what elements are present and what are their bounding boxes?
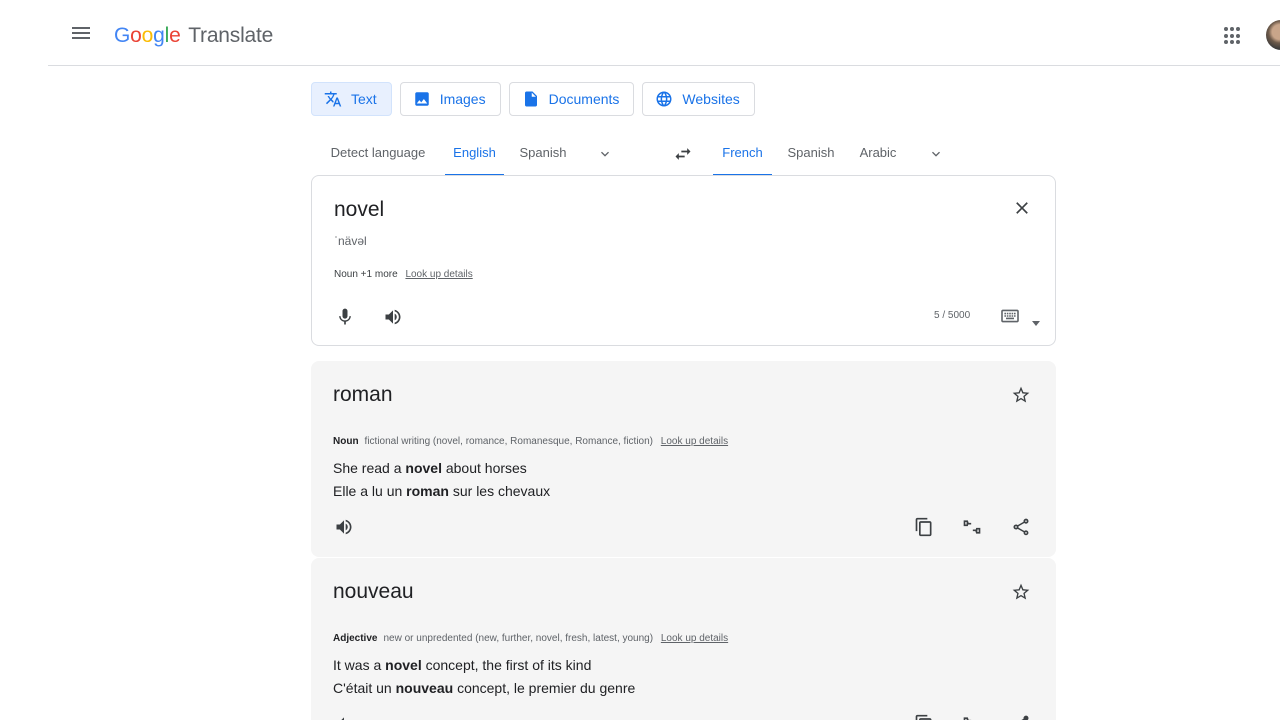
speaker-icon[interactable] [334,517,354,537]
logo-letter: o [141,24,154,47]
part-of-speech: Noun [333,436,359,447]
top-bar: Google Translate [0,0,1280,66]
look-up-details-link[interactable]: Look up details [405,269,472,280]
tab-images-label: Images [439,91,486,107]
logo-letter: G [114,24,131,47]
tab-documents[interactable]: Documents [508,82,635,116]
example-highlight: novel [385,657,422,673]
target-lang-french[interactable]: French [713,136,772,176]
phonetic-text: ˈnävəl [334,234,367,248]
language-bar: Detect language English Spanish French S… [311,136,1055,176]
target-lang-arabic[interactable]: Arabic [853,136,903,176]
tab-documents-label: Documents [548,91,620,107]
close-icon[interactable] [1012,198,1032,218]
copy-icon[interactable] [914,517,934,537]
logo-letter: o [130,24,142,47]
translation-card: nouveau Adjective new or unpredented (new… [311,558,1056,720]
source-lang-spanish[interactable]: Spanish [515,136,571,176]
look-up-details-link[interactable]: Look up details [661,633,728,644]
chevron-down-icon[interactable] [597,146,613,162]
example-text: concept, the first of its kind [421,657,592,673]
swap-languages-icon[interactable] [672,144,694,164]
example-text: about horses [441,460,527,476]
rate-translation-icon[interactable] [962,714,982,720]
example-text: She read a [333,460,406,476]
google-translate-logo[interactable]: Google Translate [114,24,273,48]
translation-word: roman [333,383,393,406]
mode-selector: Text Images Documents Websites [311,82,755,116]
example-text: concept, le premier du genre [453,680,636,696]
star-icon[interactable] [1011,582,1031,602]
detect-language-tab[interactable]: Detect language [325,136,431,176]
example-source: She read a novel about horses [333,460,527,476]
target-lang-spanish[interactable]: Spanish [783,136,839,176]
caret-down-icon[interactable] [1032,314,1040,326]
tab-images[interactable]: Images [399,82,501,116]
part-of-speech-line: Noun fictional writing (novel, romance, R… [333,436,728,447]
example-target: C'était un nouveau concept, le premier d… [333,680,635,696]
definition-text: new or unpredented (new, further, novel,… [383,633,654,644]
speaker-icon[interactable] [334,714,354,720]
product-name: Translate [188,24,274,47]
tab-websites[interactable]: Websites [642,82,755,116]
definition-text: fictional writing (novel, romance, Roman… [364,436,654,447]
chevron-down-icon[interactable] [928,146,944,162]
example-target: Elle a lu un roman sur les chevaux [333,483,550,499]
translation-word: nouveau [333,580,414,603]
part-of-speech-line: Adjective new or unpredented (new, furthe… [333,633,728,644]
look-up-details-link[interactable]: Look up details [661,436,728,447]
example-source: It was a novel concept, the first of its… [333,657,591,673]
part-of-speech: Adjective [333,633,378,644]
speaker-icon[interactable] [383,307,403,327]
example-highlight: novel [405,460,442,476]
source-lang-english[interactable]: English [445,136,504,176]
translate-icon [324,90,342,108]
tab-websites-label: Websites [682,91,740,107]
copy-icon[interactable] [914,714,934,720]
share-icon[interactable] [1011,714,1031,720]
translation-card: roman Noun fictional writing (novel, roma… [311,361,1056,557]
source-text-panel: novel ˈnävəl Noun +1 more Look up detail… [311,175,1056,346]
source-pos-summary: Noun +1 more Look up details [334,269,473,280]
example-text: sur les chevaux [448,483,551,499]
example-highlight: nouveau [395,680,454,696]
example-text: It was a [333,657,386,673]
header-divider [48,65,1280,66]
avatar[interactable] [1266,20,1280,50]
example-highlight: roman [406,483,449,499]
logo-letter: e [169,24,181,47]
apps-icon[interactable] [1224,27,1242,45]
rate-translation-icon[interactable] [962,517,982,537]
character-count: 5 / 5000 [934,310,971,321]
menu-icon[interactable] [70,24,92,44]
image-icon [413,90,431,108]
globe-icon [655,90,673,108]
tab-text-label: Text [351,91,377,107]
example-text: C'était un [333,680,396,696]
source-text-input[interactable]: novel [334,198,384,222]
logo-letter: g [153,24,165,47]
tab-text[interactable]: Text [311,82,392,116]
pos-summary-label: Noun +1 more [334,269,398,280]
share-icon[interactable] [1011,517,1031,537]
microphone-icon[interactable] [335,307,355,327]
document-icon [522,90,540,108]
star-icon[interactable] [1011,385,1031,405]
example-text: Elle a lu un [333,483,407,499]
keyboard-icon[interactable] [1000,308,1020,324]
